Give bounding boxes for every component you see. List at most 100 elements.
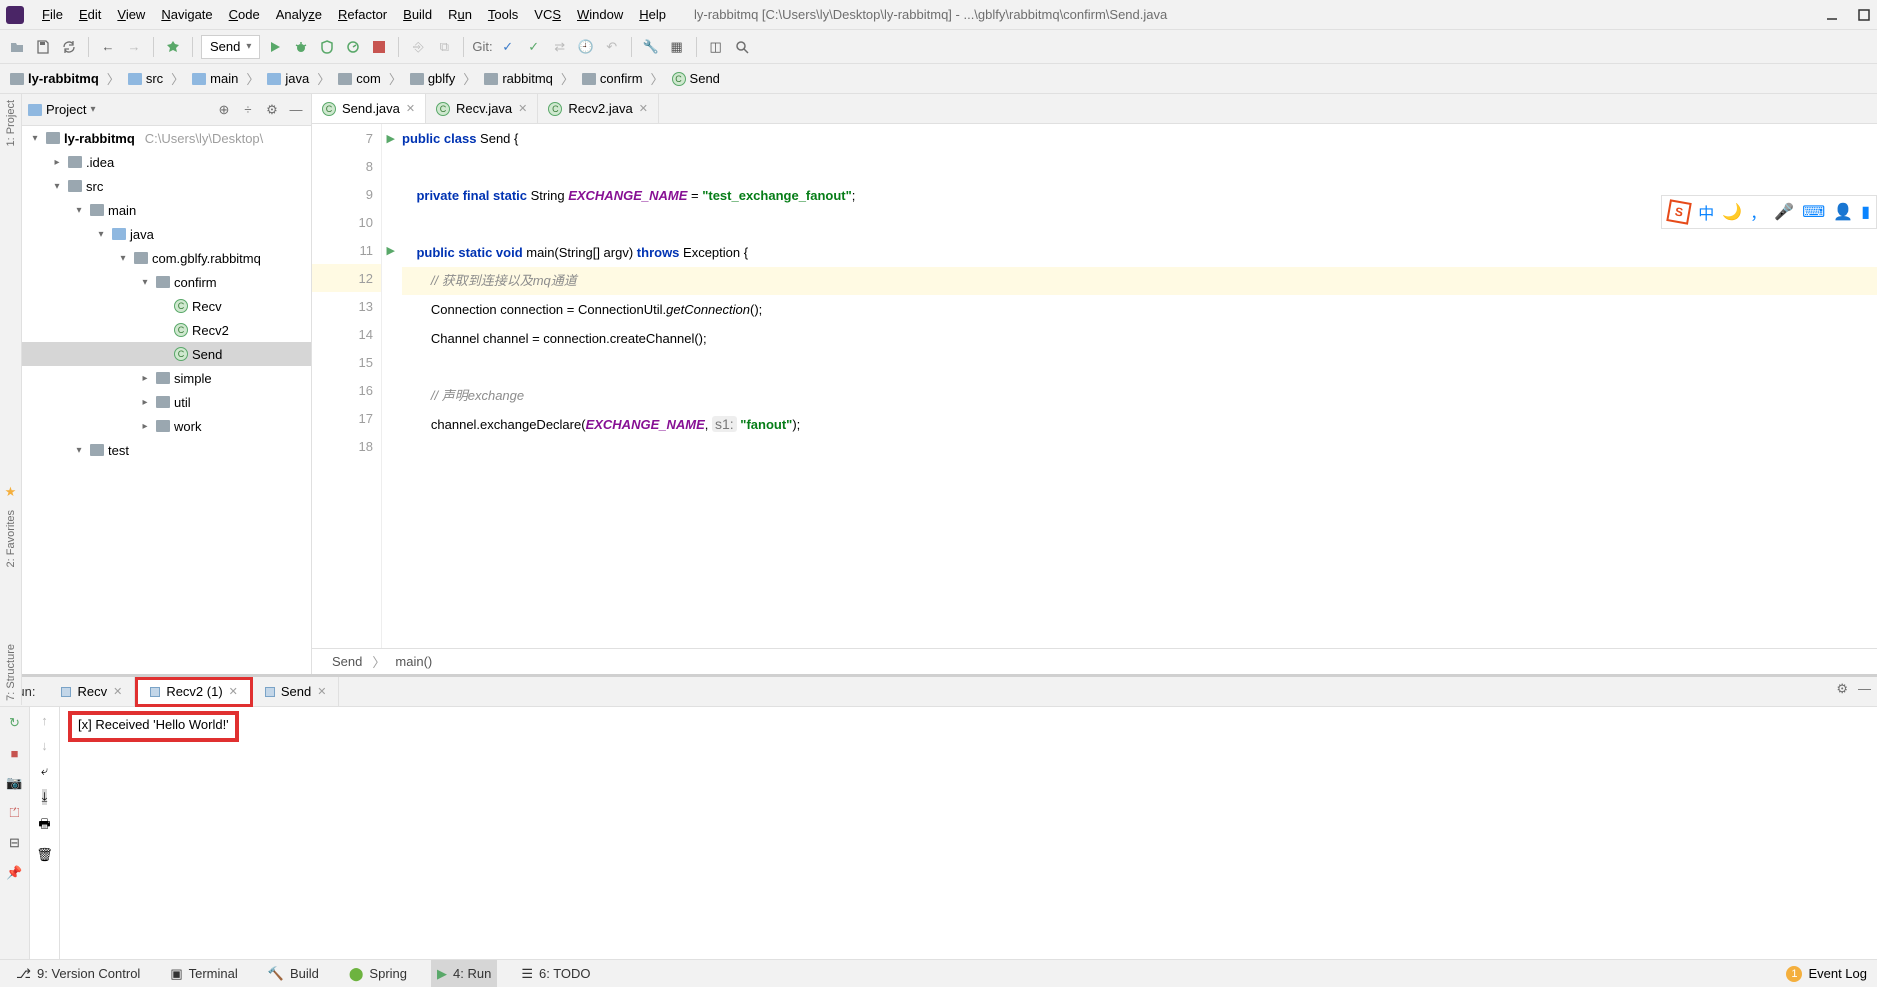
- close-icon[interactable]: ✕: [518, 102, 527, 115]
- tab-recv[interactable]: CRecv.java✕: [426, 94, 538, 123]
- editor-body[interactable]: 7▶ 8 9 10 11▶ 12 13 14 15 16 17 18 publi…: [312, 124, 1877, 648]
- up-icon[interactable]: ↑: [41, 713, 48, 728]
- tree-main[interactable]: ▾main: [22, 198, 311, 222]
- collapse-icon[interactable]: ÷: [239, 101, 257, 119]
- down-icon[interactable]: ↓: [41, 738, 48, 753]
- crumb-src[interactable]: src: [124, 69, 167, 88]
- run-tab-recv[interactable]: Recv✕: [49, 677, 135, 707]
- run-icon[interactable]: [264, 36, 286, 58]
- run-tab-recv2[interactable]: Recv2 (1)✕: [135, 677, 253, 707]
- close-icon[interactable]: ✕: [406, 102, 415, 115]
- open-icon[interactable]: [6, 36, 28, 58]
- profile-icon[interactable]: [342, 36, 364, 58]
- tree-src[interactable]: ▾src: [22, 174, 311, 198]
- crumb-java[interactable]: java: [263, 69, 313, 88]
- crumb-com[interactable]: com: [334, 69, 385, 88]
- dump-icon[interactable]: 📷: [5, 773, 25, 793]
- tree-pkg[interactable]: ▾com.gblfy.rabbitmq: [22, 246, 311, 270]
- tree-util[interactable]: ▸util: [22, 390, 311, 414]
- tab-send[interactable]: CSend.java✕: [312, 94, 426, 123]
- commit-icon[interactable]: ✓: [523, 36, 545, 58]
- settings-icon[interactable]: 🔧: [640, 36, 662, 58]
- menu-refactor[interactable]: Refactor: [330, 4, 395, 25]
- debug-icon[interactable]: [290, 36, 312, 58]
- sb-spring[interactable]: ⬤Spring: [343, 960, 413, 987]
- hide-icon[interactable]: —: [1858, 681, 1871, 697]
- sb-run[interactable]: ▶4: Run: [431, 960, 497, 987]
- stack-icon[interactable]: ⧉: [433, 36, 455, 58]
- tree-confirm[interactable]: ▾confirm: [22, 270, 311, 294]
- chevron-down-icon[interactable]: ▾: [90, 104, 95, 115]
- menu-navigate[interactable]: Navigate: [153, 4, 220, 25]
- run-gutter-icon[interactable]: ▶: [387, 132, 395, 145]
- menu-help[interactable]: Help: [631, 4, 674, 25]
- menu-edit[interactable]: Edit: [71, 4, 109, 25]
- run-tab-send[interactable]: Send✕: [253, 677, 340, 707]
- tree-idea[interactable]: ▸.idea: [22, 150, 311, 174]
- crumb-gblfy[interactable]: gblfy: [406, 69, 459, 88]
- stop-icon[interactable]: ■: [5, 743, 25, 763]
- menu-code[interactable]: Code: [221, 4, 268, 25]
- minimize-icon[interactable]: [1825, 8, 1839, 22]
- tree-recv[interactable]: CRecv: [22, 294, 311, 318]
- build-icon[interactable]: [162, 36, 184, 58]
- tree-recv2[interactable]: CRecv2: [22, 318, 311, 342]
- wrap-icon[interactable]: ⤶: [41, 763, 48, 779]
- history-icon[interactable]: 🕘: [575, 36, 597, 58]
- console-output[interactable]: [x] Received 'Hello World!': [60, 707, 1877, 959]
- rail-favorites[interactable]: 2: Favorites: [5, 510, 17, 567]
- tree-java[interactable]: ▾java: [22, 222, 311, 246]
- menu-tools[interactable]: Tools: [480, 4, 526, 25]
- attach-icon[interactable]: ⎆: [407, 36, 429, 58]
- pin-icon[interactable]: 📌: [5, 863, 25, 883]
- bc-class[interactable]: Send: [332, 654, 362, 669]
- print-icon[interactable]: 🖶: [38, 815, 50, 837]
- coverage-icon[interactable]: [316, 36, 338, 58]
- layout-icon[interactable]: ⊟: [5, 833, 25, 853]
- tree-work[interactable]: ▸work: [22, 414, 311, 438]
- stop-icon[interactable]: [368, 36, 390, 58]
- target-icon[interactable]: ⊕: [215, 101, 233, 119]
- sb-build[interactable]: 🔨Build: [262, 960, 325, 987]
- project-tree[interactable]: ▾ly-rabbitmqC:\Users\ly\Desktop\ ▸.idea …: [22, 126, 311, 674]
- bc-method[interactable]: main(): [395, 654, 432, 669]
- code-area[interactable]: public class Send { private final static…: [382, 124, 1877, 648]
- ime-toolbar[interactable]: S 中 🌙 ， 🎤 ⌨ 👤 ▮: [1661, 195, 1877, 229]
- menu-build[interactable]: Build: [395, 4, 440, 25]
- sdk-icon[interactable]: ◫: [705, 36, 727, 58]
- menu-window[interactable]: Window: [569, 4, 631, 25]
- ime-lang[interactable]: 中: [1698, 200, 1714, 224]
- menu-file[interactable]: File: [34, 4, 71, 25]
- more-icon[interactable]: ▮: [1861, 202, 1870, 222]
- close-icon[interactable]: ✕: [639, 102, 648, 115]
- moon-icon[interactable]: 🌙: [1722, 202, 1742, 222]
- tab-recv2[interactable]: CRecv2.java✕: [538, 94, 659, 123]
- save-icon[interactable]: [32, 36, 54, 58]
- forward-icon[interactable]: →: [123, 36, 145, 58]
- exit-icon[interactable]: ⏍: [5, 803, 25, 823]
- rerun-icon[interactable]: ↻: [5, 713, 25, 733]
- clear-icon[interactable]: 🗑: [36, 847, 53, 863]
- close-icon[interactable]: ✕: [229, 685, 238, 698]
- hide-icon[interactable]: —: [287, 101, 305, 119]
- maximize-icon[interactable]: [1857, 8, 1871, 22]
- scroll-icon[interactable]: ⤓: [42, 789, 48, 805]
- tree-root[interactable]: ▾ly-rabbitmqC:\Users\ly\Desktop\: [22, 126, 311, 150]
- tree-simple[interactable]: ▸simple: [22, 366, 311, 390]
- sb-todo[interactable]: ☰6: TODO: [515, 960, 596, 987]
- sb-eventlog[interactable]: Event Log: [1808, 966, 1867, 981]
- diff-icon[interactable]: ⇄: [549, 36, 571, 58]
- sb-vc[interactable]: ⎇9: Version Control: [10, 960, 146, 987]
- sync-icon[interactable]: [58, 36, 80, 58]
- revert-icon[interactable]: ↶: [601, 36, 623, 58]
- crumb-rabbitmq[interactable]: rabbitmq: [480, 69, 557, 88]
- rail-structure[interactable]: 7: Structure: [5, 644, 17, 701]
- project-structure-icon[interactable]: ▦: [666, 36, 688, 58]
- keyboard-icon[interactable]: ⌨: [1802, 202, 1825, 222]
- back-icon[interactable]: ←: [97, 36, 119, 58]
- close-icon[interactable]: ✕: [317, 685, 326, 698]
- crumb-send[interactable]: CSend: [668, 69, 724, 88]
- update-project-icon[interactable]: ✓: [497, 36, 519, 58]
- menu-view[interactable]: View: [109, 4, 153, 25]
- crumb-confirm[interactable]: confirm: [578, 69, 647, 88]
